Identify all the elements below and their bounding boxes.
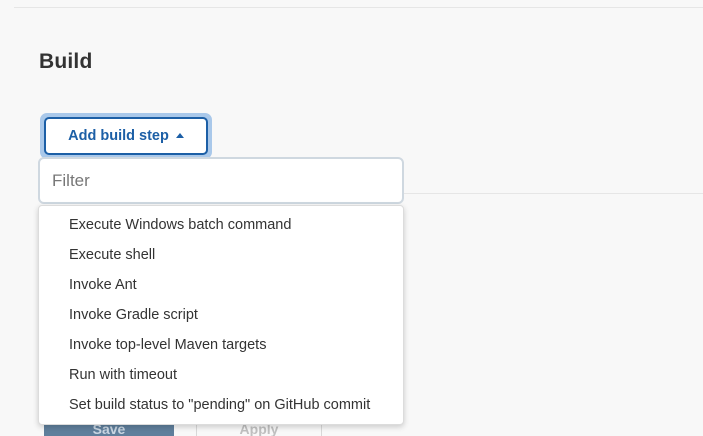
add-build-step-button[interactable]: Add build step xyxy=(40,113,212,159)
menu-item-execute-windows-batch[interactable]: Execute Windows batch command xyxy=(39,210,403,240)
build-step-menu: Execute Windows batch command Execute sh… xyxy=(38,205,404,425)
build-step-dropdown: Execute Windows batch command Execute sh… xyxy=(38,157,404,429)
caret-up-icon xyxy=(175,132,184,138)
menu-item-invoke-maven[interactable]: Invoke top-level Maven targets xyxy=(39,330,403,360)
filter-input[interactable] xyxy=(38,157,404,204)
menu-item-execute-shell[interactable]: Execute shell xyxy=(39,240,403,270)
top-divider xyxy=(14,7,703,8)
section-divider xyxy=(404,193,703,194)
section-title: Build xyxy=(39,50,93,73)
add-build-step-label: Add build step xyxy=(68,128,169,144)
menu-item-invoke-gradle[interactable]: Invoke Gradle script xyxy=(39,300,403,330)
menu-item-run-with-timeout[interactable]: Run with timeout xyxy=(39,360,403,390)
menu-item-set-github-status[interactable]: Set build status to "pending" on GitHub … xyxy=(39,390,403,420)
menu-item-invoke-ant[interactable]: Invoke Ant xyxy=(39,270,403,300)
